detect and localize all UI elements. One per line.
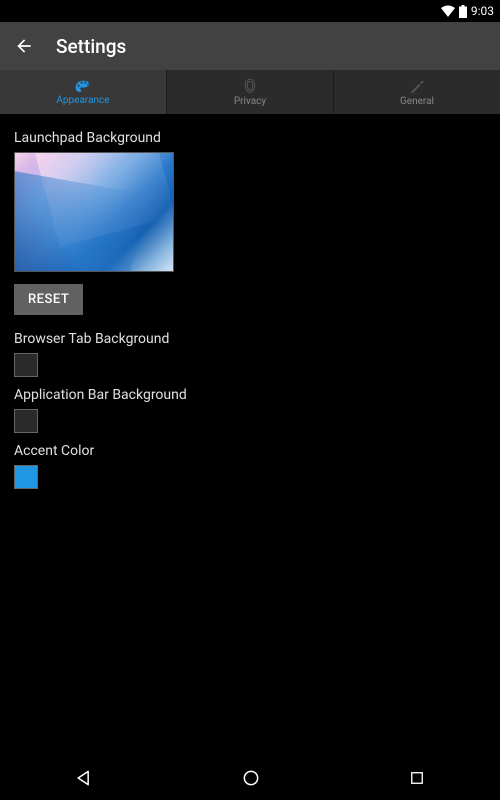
- nav-recent-icon[interactable]: [408, 769, 426, 787]
- page-title: Settings: [56, 35, 126, 58]
- tab-label: Appearance: [56, 95, 109, 106]
- back-icon[interactable]: [14, 36, 34, 56]
- reset-button[interactable]: RESET: [14, 284, 83, 315]
- accent-color-label: Accent Color: [14, 443, 486, 459]
- browser-tab-bg-swatch[interactable]: [14, 353, 38, 377]
- content-area: Launchpad Background RESET Browser Tab B…: [0, 114, 500, 509]
- launchpad-bg-label: Launchpad Background: [14, 130, 486, 146]
- nav-home-icon[interactable]: [241, 768, 261, 788]
- tab-appearance[interactable]: Appearance: [0, 70, 167, 114]
- nav-back-icon[interactable]: [74, 768, 94, 788]
- battery-icon: [459, 5, 467, 18]
- wrench-icon: [409, 78, 425, 94]
- accent-color-swatch[interactable]: [14, 465, 38, 489]
- tab-label: Privacy: [234, 96, 266, 107]
- tab-privacy[interactable]: Privacy: [167, 70, 334, 114]
- status-time: 9:03: [471, 4, 494, 18]
- wifi-icon: [441, 5, 455, 17]
- app-bar-bg-swatch[interactable]: [14, 409, 38, 433]
- app-bar-bg-label: Application Bar Background: [14, 387, 486, 403]
- app-bar: Settings: [0, 22, 500, 70]
- tab-label: General: [400, 96, 434, 107]
- launchpad-bg-preview[interactable]: [14, 152, 174, 272]
- fingerprint-icon: [242, 78, 258, 94]
- tabs: Appearance Privacy General: [0, 70, 500, 114]
- tab-general[interactable]: General: [334, 70, 500, 114]
- status-bar: 9:03: [0, 0, 500, 22]
- palette-icon: [74, 79, 92, 93]
- nav-bar: [0, 756, 500, 800]
- browser-tab-bg-label: Browser Tab Background: [14, 331, 486, 347]
